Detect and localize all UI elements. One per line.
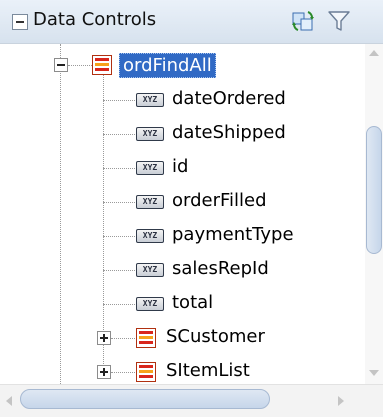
filter-icon[interactable] (326, 8, 352, 34)
tree-node-attribute[interactable]: id (172, 156, 188, 177)
expander-scustomer[interactable] (97, 331, 111, 345)
data-controls-header: Data Controls (0, 0, 383, 44)
tree-connector (103, 168, 135, 169)
panel-title: Data Controls (33, 9, 157, 30)
horizontal-scroll-thumb[interactable] (20, 389, 270, 409)
tree-node-attribute[interactable]: total (172, 292, 213, 313)
xyz-attribute-icon: XYZ (136, 195, 164, 209)
tree-guide-line (60, 44, 61, 384)
tree-node-ordfindall[interactable]: ordFindAll (119, 53, 216, 78)
collection-icon (136, 362, 156, 382)
tree-connector (103, 270, 135, 271)
xyz-attribute-icon: XYZ (136, 93, 164, 107)
collapse-icon[interactable] (12, 14, 28, 30)
tree-node-attribute[interactable]: dateShipped (172, 122, 286, 143)
expander-ordfindall[interactable] (54, 58, 68, 72)
tree-connector (103, 304, 135, 305)
scroll-right-arrow-icon[interactable] (338, 396, 344, 406)
xyz-attribute-icon: XYZ (136, 229, 164, 243)
data-controls-tree[interactable]: ordFindAll XYZ dateOrdered XYZ dateShipp… (0, 44, 365, 384)
expander-sitemlist[interactable] (97, 365, 111, 379)
horizontal-scrollbar[interactable] (0, 384, 383, 417)
refresh-icon[interactable] (290, 8, 316, 34)
tree-guide-line (103, 74, 104, 372)
tree-connector (103, 100, 135, 101)
collection-icon (92, 55, 112, 75)
tree-connector (103, 134, 135, 135)
scroll-down-arrow-icon[interactable] (369, 370, 379, 376)
tree-node-attribute[interactable]: dateOrdered (172, 88, 286, 109)
xyz-attribute-icon: XYZ (136, 161, 164, 175)
tree-connector (68, 65, 92, 66)
xyz-attribute-icon: XYZ (136, 297, 164, 311)
tree-connector (111, 338, 135, 339)
xyz-attribute-icon: XYZ (136, 127, 164, 141)
vertical-scroll-thumb[interactable] (366, 126, 382, 254)
tree-node-scustomer[interactable]: SCustomer (166, 326, 265, 347)
tree-connector (111, 372, 135, 373)
vertical-scrollbar[interactable] (365, 44, 383, 384)
tree-node-sitemlist[interactable]: SItemList (166, 360, 250, 381)
tree-node-attribute[interactable]: orderFilled (172, 190, 267, 211)
xyz-attribute-icon: XYZ (136, 263, 164, 277)
tree-node-attribute[interactable]: paymentType (172, 224, 294, 245)
tree-connector (103, 202, 135, 203)
tree-node-attribute[interactable]: salesRepId (172, 258, 269, 279)
scroll-up-arrow-icon[interactable] (369, 50, 379, 56)
collection-icon (136, 328, 156, 348)
tree-connector (103, 236, 135, 237)
scroll-left-arrow-icon[interactable] (6, 396, 12, 406)
